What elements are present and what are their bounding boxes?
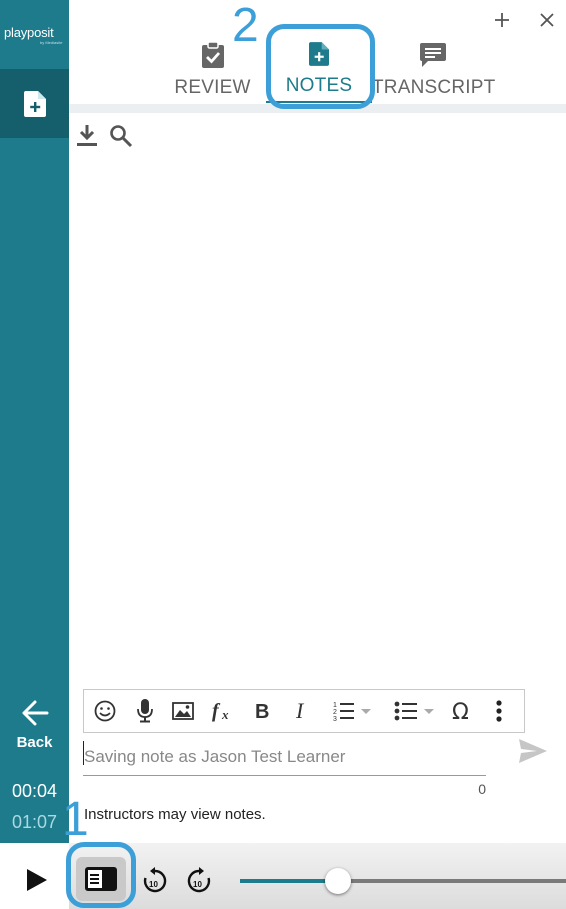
file-plus-icon	[309, 42, 329, 66]
playposit-logo: playposit by Mediasite	[4, 24, 66, 45]
svg-text:x: x	[221, 707, 229, 722]
svg-text:Ω: Ω	[452, 700, 469, 722]
svg-text:3: 3	[333, 716, 337, 722]
italic-icon: I	[295, 701, 305, 721]
callout-number-one: 1	[62, 793, 89, 846]
panel-toggle-icon	[85, 867, 117, 891]
formula-icon: f x	[212, 700, 229, 722]
svg-text:B: B	[255, 701, 269, 721]
progress-handle[interactable]	[324, 868, 351, 894]
send-note-button[interactable]	[518, 738, 548, 764]
chat-lines-icon	[420, 43, 446, 67]
chevron-down-icon	[424, 708, 434, 714]
microphone-icon	[137, 699, 153, 723]
omega-icon: Ω	[452, 700, 469, 722]
current-time: 00:04	[11, 781, 58, 801]
clipboard-check-icon	[201, 41, 224, 68]
bold-icon: B	[255, 701, 269, 721]
search-icon	[110, 125, 133, 148]
emoji-button[interactable]	[94, 698, 116, 724]
search-notes-button[interactable]	[109, 124, 133, 148]
forward-10-button[interactable]: 10	[186, 866, 212, 894]
formula-button[interactable]: f x	[212, 698, 236, 724]
file-plus-icon	[23, 90, 46, 117]
rail-notes-tab[interactable]	[0, 69, 69, 138]
forward-label: 10	[193, 880, 202, 889]
character-count: 0	[478, 781, 486, 797]
close-button[interactable]	[536, 10, 558, 32]
svg-text:f: f	[212, 700, 221, 722]
note-input[interactable]	[83, 738, 486, 776]
add-button[interactable]	[491, 10, 513, 32]
close-icon	[540, 13, 554, 27]
editor-toolbar: f x B I 1 2 3 Ω	[83, 689, 525, 733]
arrow-left-icon	[22, 700, 48, 726]
ordered-list-button[interactable]: 1 2 3	[331, 698, 373, 724]
privacy-notice: Instructors may view notes.	[84, 806, 266, 823]
play-icon	[27, 869, 47, 891]
forward-10-icon: 10	[187, 867, 211, 893]
bullet-list-button[interactable]	[391, 698, 437, 724]
special-character-button[interactable]: Ω	[450, 698, 476, 724]
tab-transcript-label: TRANSCRIPT	[372, 77, 496, 98]
tab-review-label: REVIEW	[174, 77, 251, 98]
tab-transcript[interactable]: TRANSCRIPT	[372, 42, 496, 99]
more-options-button[interactable]	[492, 698, 506, 724]
back-label: Back	[16, 734, 53, 751]
total-time: 01:07	[11, 812, 58, 832]
rewind-label: 10	[149, 880, 158, 889]
svg-text:I: I	[295, 701, 305, 721]
tab-notes[interactable]: NOTES	[276, 42, 362, 97]
progress-fill	[240, 879, 338, 883]
plus-icon	[495, 13, 509, 27]
rewind-10-icon: 10	[143, 867, 167, 893]
bold-button[interactable]: B	[252, 698, 274, 724]
svg-text:2: 2	[333, 709, 337, 716]
notes-panel: playposit by Mediasite Back 00:04 01:07	[0, 0, 566, 909]
tab-notes-label: NOTES	[285, 75, 353, 96]
svg-text:1: 1	[333, 702, 337, 709]
chevron-down-icon	[361, 708, 371, 714]
download-icon	[77, 125, 97, 146]
active-tab-indicator	[266, 101, 372, 103]
play-button[interactable]	[26, 868, 50, 892]
image-icon	[172, 702, 194, 720]
send-icon	[519, 739, 547, 763]
ordered-list-icon: 1 2 3	[333, 702, 354, 722]
microphone-button[interactable]	[134, 698, 156, 724]
tab-divider	[69, 104, 566, 113]
italic-button[interactable]: I	[292, 698, 314, 724]
download-notes-button[interactable]	[76, 124, 100, 148]
insert-image-button[interactable]	[172, 698, 194, 724]
left-rail: playposit by Mediasite Back 00:04 01:07	[0, 0, 69, 909]
bullet-list-icon	[394, 701, 417, 721]
rewind-10-button[interactable]: 10	[142, 866, 168, 894]
toggle-notes-panel-button[interactable]	[76, 857, 126, 901]
logo-subtext: by Mediasite	[40, 40, 63, 45]
callout-number-two: 2	[232, 0, 259, 52]
text-cursor	[83, 741, 84, 765]
emoji-icon	[94, 700, 116, 722]
logo-wordmark: playposit	[4, 25, 54, 40]
back-button[interactable]: Back	[0, 700, 69, 751]
more-vertical-icon	[496, 700, 502, 722]
